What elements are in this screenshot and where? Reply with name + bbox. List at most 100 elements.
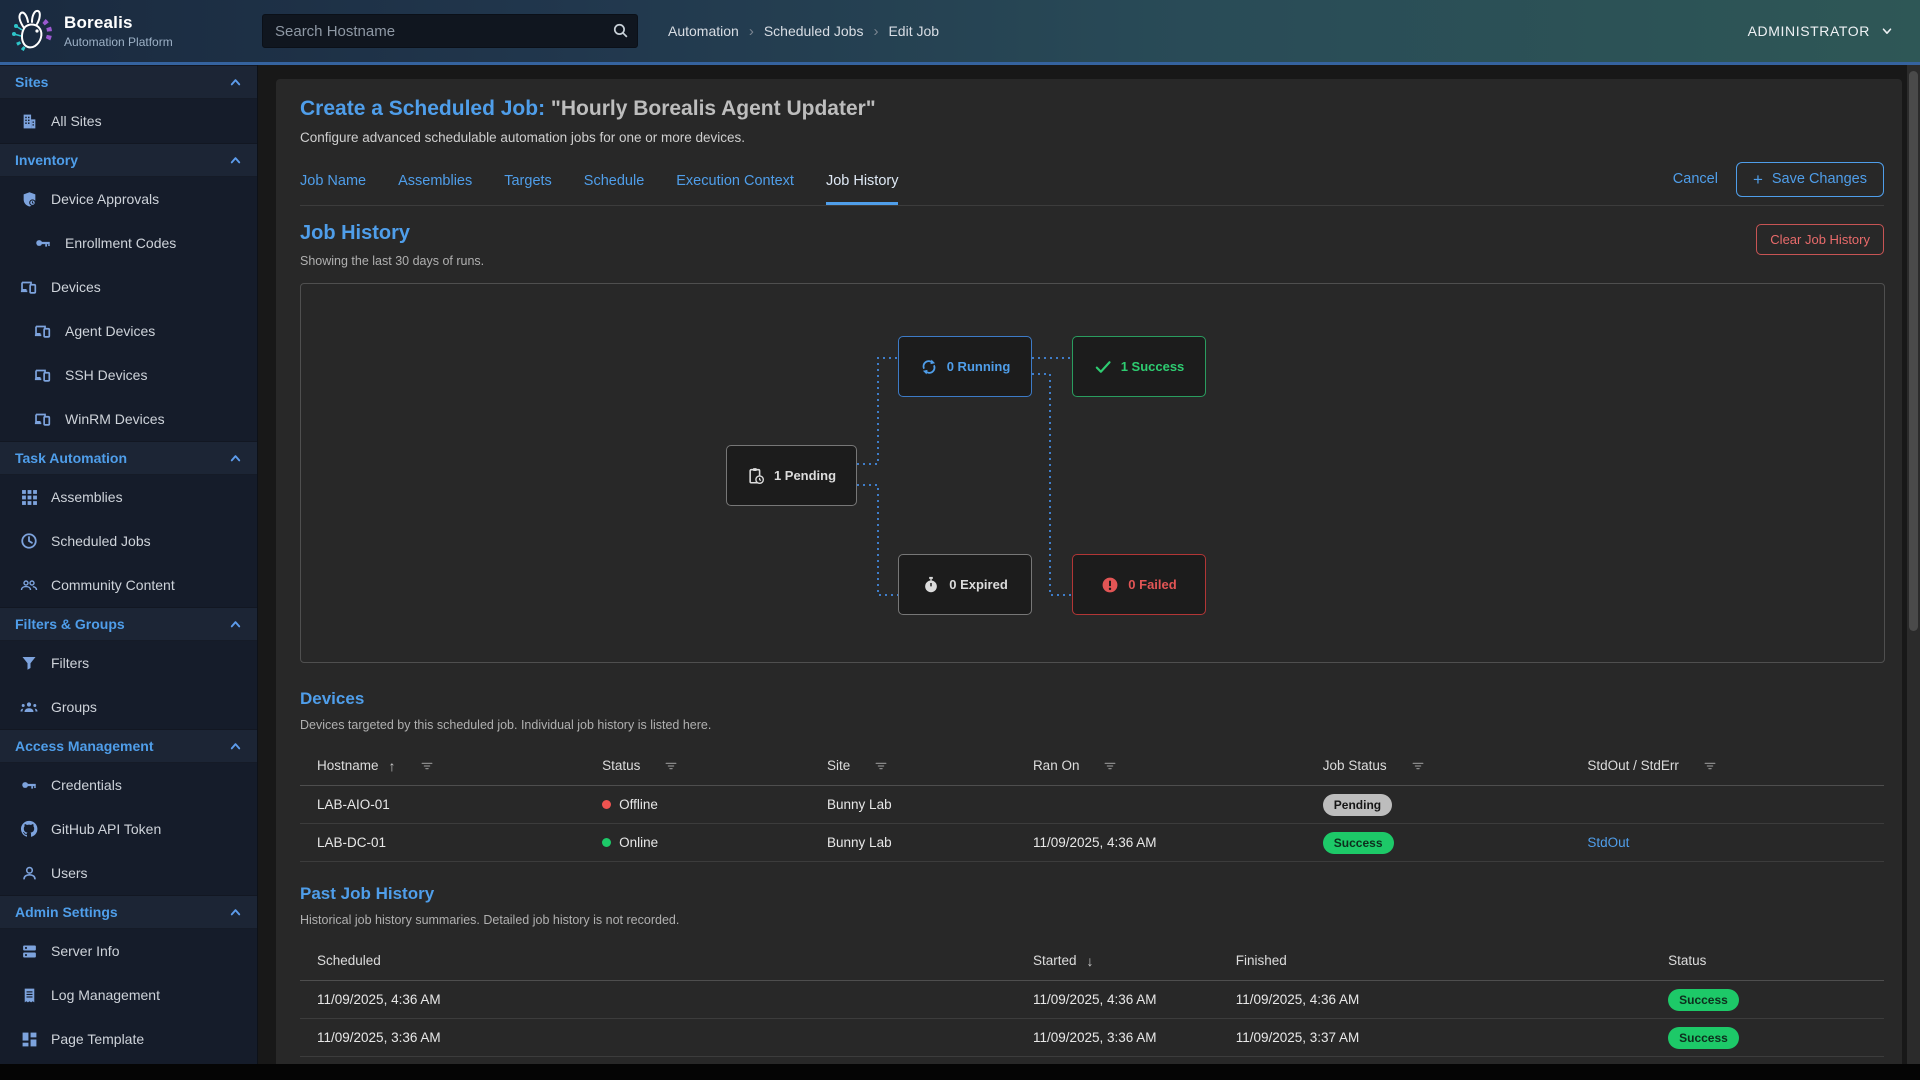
column-header-hostname[interactable]: Hostname ↑	[300, 758, 585, 774]
sidebar-item-github-api-token[interactable]: GitHub API Token	[0, 807, 257, 851]
tab-job-name[interactable]: Job Name	[300, 161, 366, 205]
search-icon[interactable]	[612, 22, 629, 39]
sidebar-item-label: Devices	[51, 279, 101, 295]
search-input[interactable]	[262, 14, 638, 48]
sidebar-section-filters-groups[interactable]: Filters & Groups	[0, 607, 257, 641]
devices-table: Hostname↑StatusSiteRan OnJob StatusStdOu…	[300, 746, 1884, 862]
sidebar-item-log-management[interactable]: Log Management	[0, 973, 257, 1017]
sidebar-item-devices[interactable]: Devices	[0, 265, 257, 309]
sidebar-item-label: Users	[51, 865, 88, 881]
sidebar-item-agent-devices[interactable]: Agent Devices	[0, 309, 257, 353]
user-menu-label: ADMINISTRATOR	[1748, 23, 1870, 39]
sidebar-item-label: WinRM Devices	[65, 411, 165, 427]
sidebar-item-users[interactable]: Users	[0, 851, 257, 895]
scrollbar-thumb[interactable]	[1909, 71, 1918, 631]
brand-name: Borealis	[64, 13, 173, 33]
column-header-status[interactable]: Status	[1651, 953, 1884, 968]
sidebar-item-label: Scheduled Jobs	[51, 533, 151, 549]
job-history-heading: Job History	[300, 222, 1756, 245]
column-header-status[interactable]: Status	[585, 758, 810, 773]
column-filter-icon[interactable]	[664, 759, 678, 773]
table-header-row: Hostname ↑ StatusSiteRan OnJob StatusStdOu…	[300, 746, 1884, 786]
breadcrumb-item[interactable]: Edit Job	[888, 23, 939, 39]
sidebar-item-enrollment-codes[interactable]: Enrollment Codes	[0, 221, 257, 265]
sidebar-item-page-template[interactable]: Page Template	[0, 1017, 257, 1061]
sidebar-item-filters[interactable]: Filters	[0, 641, 257, 685]
tab-assemblies[interactable]: Assemblies	[398, 161, 472, 205]
site-cell: Bunny Lab	[810, 835, 1016, 850]
status-cell: Success	[1651, 989, 1884, 1011]
sidebar-item-community-content[interactable]: Community Content	[0, 563, 257, 607]
sidebar-item-assemblies[interactable]: Assemblies	[0, 475, 257, 519]
column-filter-icon[interactable]	[1103, 759, 1117, 773]
hostname-cell: LAB-AIO-01	[300, 797, 585, 812]
column-header-site[interactable]: Site	[810, 758, 1016, 773]
column-header-job-status[interactable]: Job Status	[1306, 758, 1571, 773]
column-header-stdout-stderr[interactable]: StdOut / StdErr	[1570, 758, 1884, 773]
sidebar: SitesAll Sites Inventory Device ApprovalsE…	[0, 65, 258, 1064]
sidebar-item-ssh-devices[interactable]: SSH Devices	[0, 353, 257, 397]
vertical-scrollbar[interactable]	[1907, 65, 1920, 1064]
sidebar-section-access-management[interactable]: Access Management	[0, 729, 257, 763]
column-filter-icon[interactable]	[874, 759, 888, 773]
column-header-ran-on[interactable]: Ran On	[1016, 758, 1306, 773]
sidebar-item-server-info[interactable]: Server Info	[0, 929, 257, 973]
search-box	[262, 14, 638, 48]
pending-actions-icon	[747, 467, 765, 485]
devices-heading: Devices	[300, 689, 1884, 709]
tab-schedule[interactable]: Schedule	[584, 161, 644, 205]
breadcrumb-item[interactable]: Automation	[668, 23, 739, 39]
sidebar-item-credentials[interactable]: Credentials	[0, 763, 257, 807]
flow-node-label: 1 Success	[1121, 359, 1185, 374]
sidebar-section-label: Access Management	[15, 738, 228, 754]
sidebar-section-inventory[interactable]: Inventory	[0, 143, 257, 177]
check-icon	[1094, 358, 1112, 376]
sidebar-section-task-automation[interactable]: Task Automation	[0, 441, 257, 475]
sidebar-section-label: Inventory	[15, 152, 228, 168]
sidebar-item-device-approvals[interactable]: Device Approvals	[0, 177, 257, 221]
table-row: LAB-AIO-01OfflineBunny LabPending	[300, 786, 1884, 824]
status-cell: Success	[1651, 1027, 1884, 1049]
flow-node-expired: 0 Expired	[898, 554, 1032, 615]
started-cell: 11/09/2025, 3:36 AM	[1016, 1030, 1219, 1045]
column-header-started[interactable]: Started↓	[1016, 953, 1219, 969]
sidebar-item-winrm-devices[interactable]: WinRM Devices	[0, 397, 257, 441]
tab-job-history[interactable]: Job History	[826, 161, 899, 205]
tab-execution-context[interactable]: Execution Context	[676, 161, 794, 205]
scheduled-cell: 11/09/2025, 3:36 AM	[300, 1030, 1016, 1045]
chevron-up-icon	[228, 75, 243, 90]
column-filter-icon[interactable]	[1411, 759, 1425, 773]
window-bottom-edge	[0, 1064, 1920, 1080]
breadcrumb-item[interactable]: Scheduled Jobs	[764, 23, 864, 39]
autorenew-icon	[920, 358, 938, 376]
cancel-button[interactable]: Cancel	[1673, 171, 1718, 187]
flow-node-label: 0 Failed	[1128, 577, 1176, 592]
column-header-scheduled[interactable]: Scheduled	[300, 953, 1016, 968]
user-icon	[20, 865, 38, 882]
page-title: Create a Scheduled Job: "Hourly Borealis…	[300, 97, 1884, 121]
funnel-icon	[20, 655, 38, 671]
sidebar-item-label: Credentials	[51, 777, 122, 793]
top-bar: Borealis Automation Platform Automation›…	[0, 0, 1920, 62]
clear-job-history-button[interactable]: Clear Job History	[1756, 224, 1884, 255]
user-menu[interactable]: ADMINISTRATOR	[1748, 23, 1894, 39]
sort-asc-icon: ↑	[389, 758, 396, 774]
devices-icon	[20, 278, 38, 296]
chevron-up-icon	[228, 905, 243, 920]
status-dot	[602, 800, 611, 809]
sidebar-section-label: Task Automation	[15, 450, 228, 466]
sidebar-section-admin-settings[interactable]: Admin Settings	[0, 895, 257, 929]
column-filter-icon[interactable]	[1703, 759, 1717, 773]
sidebar-section-sites[interactable]: Sites	[0, 65, 257, 99]
tab-targets[interactable]: Targets	[504, 161, 552, 205]
column-header-label: Hostname	[317, 758, 379, 773]
stdout-link[interactable]: StdOut	[1587, 835, 1629, 850]
dashboard-icon	[20, 1031, 38, 1048]
column-header-finished[interactable]: Finished	[1219, 953, 1651, 968]
save-changes-button[interactable]: +Save Changes	[1736, 162, 1884, 197]
column-filter-icon[interactable]	[420, 759, 434, 773]
page-title-job-name: "Hourly Borealis Agent Updater"	[545, 97, 876, 120]
sidebar-item-groups[interactable]: Groups	[0, 685, 257, 729]
sidebar-item-scheduled-jobs[interactable]: Scheduled Jobs	[0, 519, 257, 563]
sidebar-item-all-sites[interactable]: All Sites	[0, 99, 257, 143]
